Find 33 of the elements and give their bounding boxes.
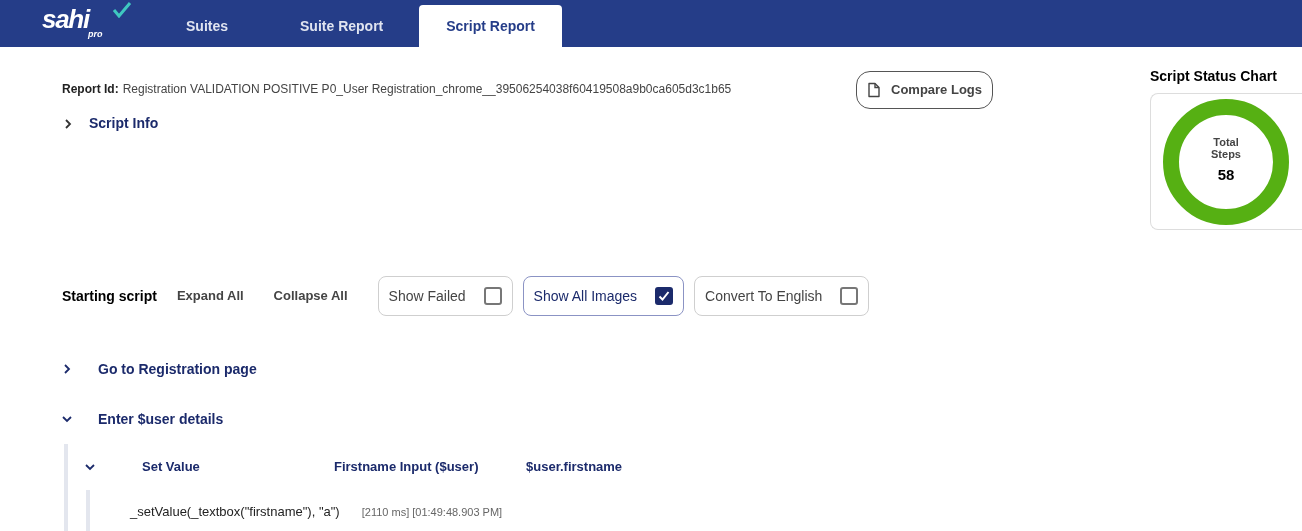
step-value: $user.firstname: [526, 458, 623, 477]
toggle-checkbox[interactable]: Show All Images: [522, 276, 685, 316]
toggle-checkbox[interactable]: Convert To English: [694, 276, 870, 316]
chevron-down-icon[interactable]: [84, 461, 96, 473]
checkbox[interactable]: [655, 287, 674, 305]
checkbox[interactable]: [483, 287, 502, 305]
nav-tab[interactable]: Suite Report: [264, 5, 420, 47]
toolbar-button[interactable]: Collapse All: [273, 286, 348, 306]
step-title[interactable]: Enter $user details: [98, 408, 224, 430]
chevron-right-icon[interactable]: [61, 363, 73, 375]
chart-title: Script Status Chart: [1150, 67, 1278, 86]
step-target: Firstname Input ($user): [334, 458, 480, 477]
nav-tab[interactable]: Suites: [150, 5, 264, 47]
chart-center-value: 58: [1217, 165, 1235, 186]
chevron-right-icon[interactable]: [62, 117, 74, 130]
compare-logs-button[interactable]: Compare Logs: [856, 71, 993, 109]
checkmark-icon: [112, 1, 132, 18]
checkbox[interactable]: [840, 287, 859, 305]
chevron-down-icon[interactable]: [61, 413, 73, 425]
toolbar-title: Starting script: [62, 286, 157, 306]
log-timing: [2110 ms] [01:49:48.903 PM]: [361, 504, 503, 520]
toggle-checkbox[interactable]: Show Failed: [377, 276, 513, 316]
nav-tab[interactable]: Script Report: [419, 5, 562, 47]
step-action: Set Value: [142, 458, 201, 477]
toolbar-button[interactable]: Expand All: [176, 286, 244, 306]
chart-center-label: Total Steps: [1210, 136, 1242, 161]
log-code: _setValue(_textbox("firstname"), "a"): [130, 503, 340, 522]
script-info-toggle[interactable]: Script Info: [89, 113, 159, 134]
report-id-label: Report Id:: [62, 81, 119, 98]
checkmark-icon: [658, 290, 671, 302]
report-id-value: Registration VALIDATION POSITIVE P0_User Registration_chrome__39506254038f60419508a9b0ca605d3c1b65: [122, 81, 732, 98]
step-title[interactable]: Go to Registration page: [98, 358, 257, 380]
file-icon: [867, 82, 881, 98]
